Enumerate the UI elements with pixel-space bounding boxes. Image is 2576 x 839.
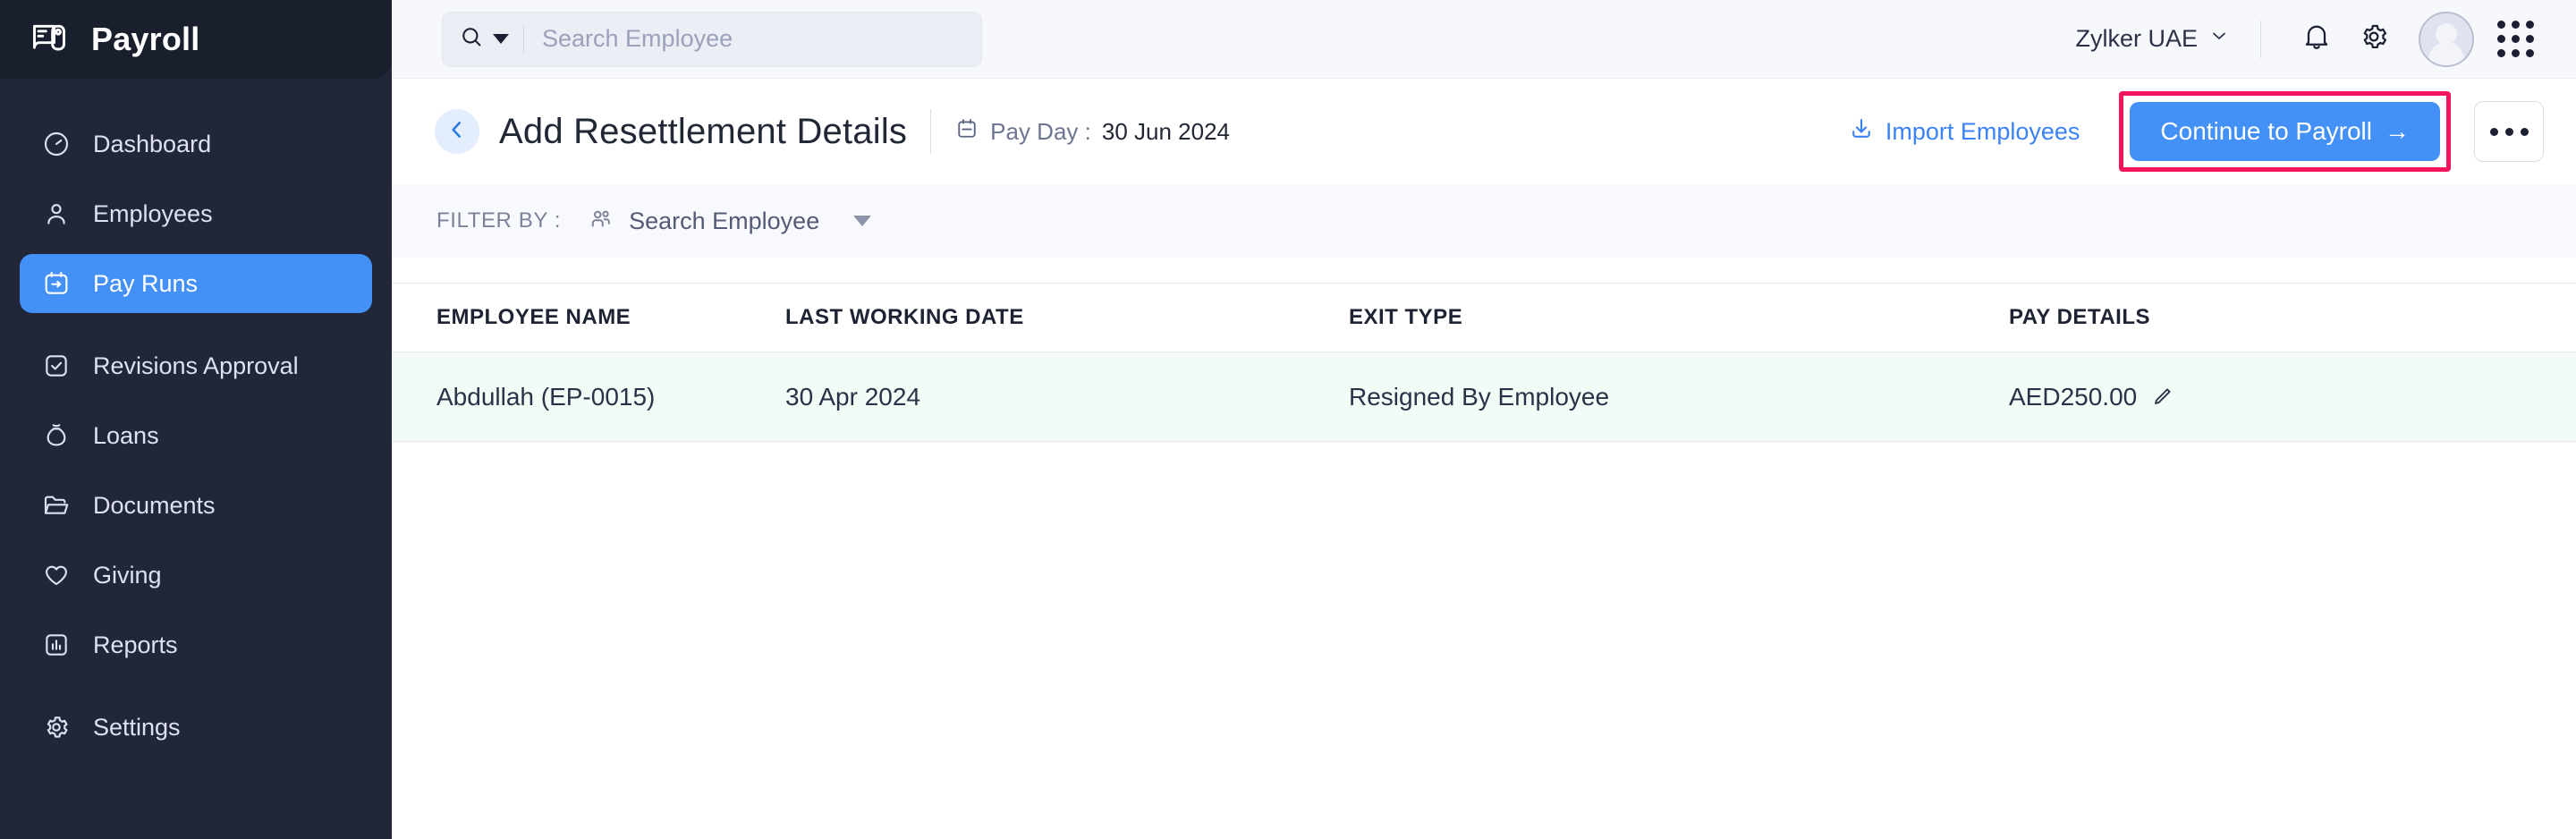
people-icon bbox=[588, 206, 614, 237]
bell-icon bbox=[2301, 21, 2333, 57]
divider bbox=[930, 109, 931, 154]
brand[interactable]: Payroll bbox=[0, 0, 392, 79]
sidebar-item-label: Dashboard bbox=[93, 131, 211, 158]
sidebar-item-label: Reports bbox=[93, 631, 178, 659]
sidebar: Payroll Dashboard Employees Pay Runs bbox=[0, 0, 392, 839]
sidebar-item-label: Loans bbox=[93, 422, 159, 450]
notifications-button[interactable] bbox=[2288, 11, 2345, 68]
import-employees-label: Import Employees bbox=[1885, 118, 2080, 146]
user-icon bbox=[41, 199, 72, 229]
pay-day-info: Pay Day : 30 Jun 2024 bbox=[954, 116, 1230, 148]
divider bbox=[523, 25, 524, 54]
chevron-down-icon bbox=[493, 34, 509, 44]
continue-to-payroll-button[interactable]: Continue to Payroll → bbox=[2130, 102, 2440, 161]
header-actions: Import Employees Continue to Payroll → bbox=[1848, 91, 2544, 172]
gear-icon bbox=[2358, 21, 2390, 57]
more-options-button[interactable] bbox=[2474, 101, 2544, 162]
table-header-row: EMPLOYEE NAME LAST WORKING DATE EXIT TYP… bbox=[392, 283, 2576, 352]
pay-day-label: Pay Day : bbox=[990, 118, 1091, 146]
sidebar-item-employees[interactable]: Employees bbox=[20, 184, 372, 243]
table-row[interactable]: Abdullah (EP-0015) 30 Apr 2024 Resigned … bbox=[392, 352, 2576, 442]
sidebar-item-giving[interactable]: Giving bbox=[20, 546, 372, 605]
resettlement-table: EMPLOYEE NAME LAST WORKING DATE EXIT TYP… bbox=[392, 283, 2576, 839]
sidebar-nav: Dashboard Employees Pay Runs Revisio bbox=[0, 79, 392, 757]
sidebar-item-pay-runs[interactable]: Pay Runs bbox=[20, 254, 372, 313]
sidebar-item-loans[interactable]: Loans bbox=[20, 406, 372, 465]
speedometer-icon bbox=[41, 129, 72, 159]
search-input[interactable] bbox=[542, 25, 936, 53]
sidebar-item-label: Giving bbox=[93, 562, 162, 589]
cell-exit-type: Resigned By Employee bbox=[1349, 383, 2009, 411]
back-button[interactable] bbox=[435, 109, 479, 154]
app-grid-icon bbox=[2497, 21, 2534, 57]
chevron-left-icon bbox=[445, 118, 469, 146]
ellipsis-icon bbox=[2490, 128, 2498, 136]
search-scope-selector[interactable] bbox=[459, 24, 523, 54]
settings-button[interactable] bbox=[2345, 11, 2402, 68]
page-title: Add Resettlement Details bbox=[499, 112, 907, 152]
pay-amount: AED250.00 bbox=[2009, 383, 2137, 411]
ellipsis-icon bbox=[2521, 128, 2529, 136]
sidebar-item-documents[interactable]: Documents bbox=[20, 476, 372, 535]
chevron-down-icon bbox=[2208, 25, 2230, 53]
money-bag-icon bbox=[41, 420, 72, 451]
main-area: Zylker UAE bbox=[392, 0, 2576, 839]
top-bar: Zylker UAE bbox=[392, 0, 2576, 79]
arrow-right-icon: → bbox=[2385, 117, 2410, 146]
pencil-icon[interactable] bbox=[2149, 385, 2174, 410]
column-header-last-working-date: LAST WORKING DATE bbox=[785, 305, 1349, 330]
search-icon bbox=[459, 24, 484, 54]
app-root: Payroll Dashboard Employees Pay Runs bbox=[0, 0, 2576, 839]
caret-down-icon bbox=[853, 216, 871, 226]
sidebar-spacer bbox=[0, 313, 392, 336]
top-bar-right: Zylker UAE bbox=[2075, 11, 2544, 68]
folder-icon bbox=[41, 490, 72, 521]
divider bbox=[2260, 21, 2261, 58]
payroll-card-icon bbox=[27, 17, 72, 62]
sidebar-item-label: Employees bbox=[93, 200, 213, 228]
cell-employee-name: Abdullah (EP-0015) bbox=[392, 383, 785, 411]
bar-chart-icon bbox=[41, 630, 72, 660]
avatar[interactable] bbox=[2419, 12, 2474, 67]
pay-day-value: 30 Jun 2024 bbox=[1102, 118, 1230, 146]
check-square-icon bbox=[41, 351, 72, 381]
column-header-pay-details: PAY DETAILS bbox=[2009, 305, 2576, 330]
filter-by-label: FILTER BY : bbox=[436, 208, 561, 233]
heart-icon bbox=[41, 560, 72, 590]
employee-filter-dropdown[interactable]: Search Employee bbox=[588, 206, 871, 237]
import-employees-button[interactable]: Import Employees bbox=[1848, 115, 2080, 148]
brand-title: Payroll bbox=[91, 21, 199, 58]
sidebar-item-revisions-approval[interactable]: Revisions Approval bbox=[20, 336, 372, 395]
sidebar-item-label: Pay Runs bbox=[93, 270, 198, 298]
sidebar-item-label: Revisions Approval bbox=[93, 352, 299, 380]
ellipsis-icon bbox=[2505, 128, 2513, 136]
sidebar-item-label: Settings bbox=[93, 714, 181, 742]
gear-icon bbox=[41, 712, 72, 742]
cell-last-working-date: 30 Apr 2024 bbox=[785, 383, 1349, 411]
continue-to-payroll-wrapper: Continue to Payroll → bbox=[2119, 91, 2451, 172]
column-header-employee-name: EMPLOYEE NAME bbox=[392, 305, 785, 330]
sidebar-spacer bbox=[0, 674, 392, 698]
cell-pay-details: AED250.00 bbox=[2009, 383, 2576, 411]
app-switcher-button[interactable] bbox=[2487, 11, 2544, 68]
sidebar-item-dashboard[interactable]: Dashboard bbox=[20, 114, 372, 174]
calendar-icon bbox=[954, 116, 979, 148]
sidebar-item-reports[interactable]: Reports bbox=[20, 615, 372, 674]
sidebar-item-label: Documents bbox=[93, 492, 216, 520]
global-search[interactable] bbox=[442, 12, 982, 67]
sidebar-item-settings[interactable]: Settings bbox=[20, 698, 372, 757]
employee-filter-value: Search Employee bbox=[629, 208, 819, 235]
continue-to-payroll-label: Continue to Payroll bbox=[2160, 117, 2372, 146]
org-switcher[interactable]: Zylker UAE bbox=[2075, 25, 2260, 53]
download-icon bbox=[1848, 115, 1875, 148]
spacer bbox=[392, 258, 2576, 283]
filter-bar: FILTER BY : Search Employee bbox=[392, 184, 2576, 258]
column-header-exit-type: EXIT TYPE bbox=[1349, 305, 2009, 330]
calendar-arrow-icon bbox=[41, 268, 72, 299]
page-header: Add Resettlement Details Pay Day : 30 Ju… bbox=[392, 79, 2576, 184]
org-name: Zylker UAE bbox=[2075, 25, 2198, 53]
